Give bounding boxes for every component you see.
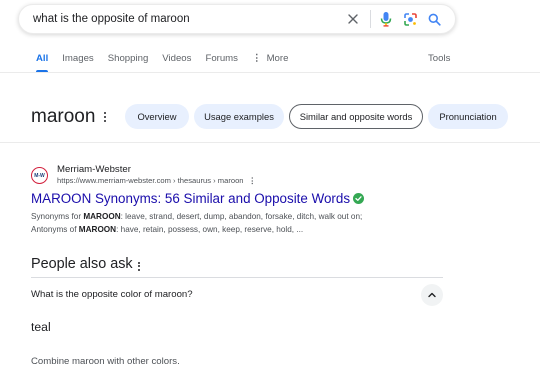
tab-more: More: [266, 53, 289, 64]
lens-search-icon[interactable]: [399, 8, 421, 30]
term-options-icon[interactable]: [99, 106, 111, 128]
panel-divider: [0, 142, 540, 143]
tools-button[interactable]: Tools: [428, 53, 450, 64]
tab-all[interactable]: All: [36, 53, 49, 72]
chip-overview[interactable]: Overview: [125, 104, 189, 129]
antonyms-line: Antonyms of MAROON: have, retain, posses…: [31, 224, 304, 234]
paa-options-icon[interactable]: [136, 260, 142, 272]
chip-similar-opposite-words[interactable]: Similar and opposite words: [289, 104, 423, 129]
merriam-webster-favicon[interactable]: M-W: [31, 167, 48, 184]
result-url[interactable]: https://www.merriam-webster.com › thesau…: [57, 176, 256, 185]
tab-images[interactable]: Images: [62, 53, 93, 72]
people-also-ask-heading: People also ask: [31, 256, 133, 272]
synonyms-line: Synonyms for MAROON: leave, strand, dese…: [31, 212, 363, 221]
result-site-name[interactable]: Merriam-Webster: [57, 164, 131, 175]
result-url-text: https://www.merriam-webster.com › thesau…: [57, 176, 244, 185]
voice-search-icon[interactable]: [375, 8, 397, 30]
chip-pronunciation[interactable]: Pronunciation: [428, 104, 508, 129]
tab-shopping[interactable]: Shopping: [108, 53, 149, 72]
chevron-up-icon[interactable]: [421, 284, 443, 306]
search-input[interactable]: what is the opposite of maroon: [33, 13, 342, 25]
more-vert-icon: ⋮: [251, 53, 262, 64]
combine-colors-text: Combine maroon with other colors.: [31, 356, 180, 367]
result-title[interactable]: MAROON Synonyms: 56 Similar and Opposite…: [31, 191, 350, 206]
result-more-icon[interactable]: ⋮: [249, 176, 257, 185]
tab-more-wrapper[interactable]: ⋮ More: [252, 53, 288, 72]
chip-usage-examples[interactable]: Usage examples: [194, 104, 284, 129]
verified-check-icon: [353, 192, 365, 204]
tabs-divider: [0, 72, 540, 73]
search-divider: [370, 10, 371, 28]
search-bar[interactable]: what is the opposite of maroon: [18, 4, 456, 34]
search-icon[interactable]: [423, 8, 445, 30]
tab-forums[interactable]: Forums: [205, 53, 238, 72]
paa-divider: [31, 277, 443, 278]
result-snippet: Synonyms for MAROON: leave, strand, dese…: [31, 211, 501, 236]
clear-search-icon[interactable]: [342, 8, 364, 30]
paa-answer: teal: [31, 320, 51, 334]
result-title-link[interactable]: MAROON Synonyms: 56 Similar and Opposite…: [31, 191, 365, 206]
dictionary-term: maroon: [31, 106, 96, 127]
search-tabs: All Images Shopping Videos Forums ⋮ More: [36, 53, 302, 72]
paa-question[interactable]: What is the opposite color of maroon?: [31, 289, 193, 300]
tab-videos[interactable]: Videos: [162, 53, 191, 72]
